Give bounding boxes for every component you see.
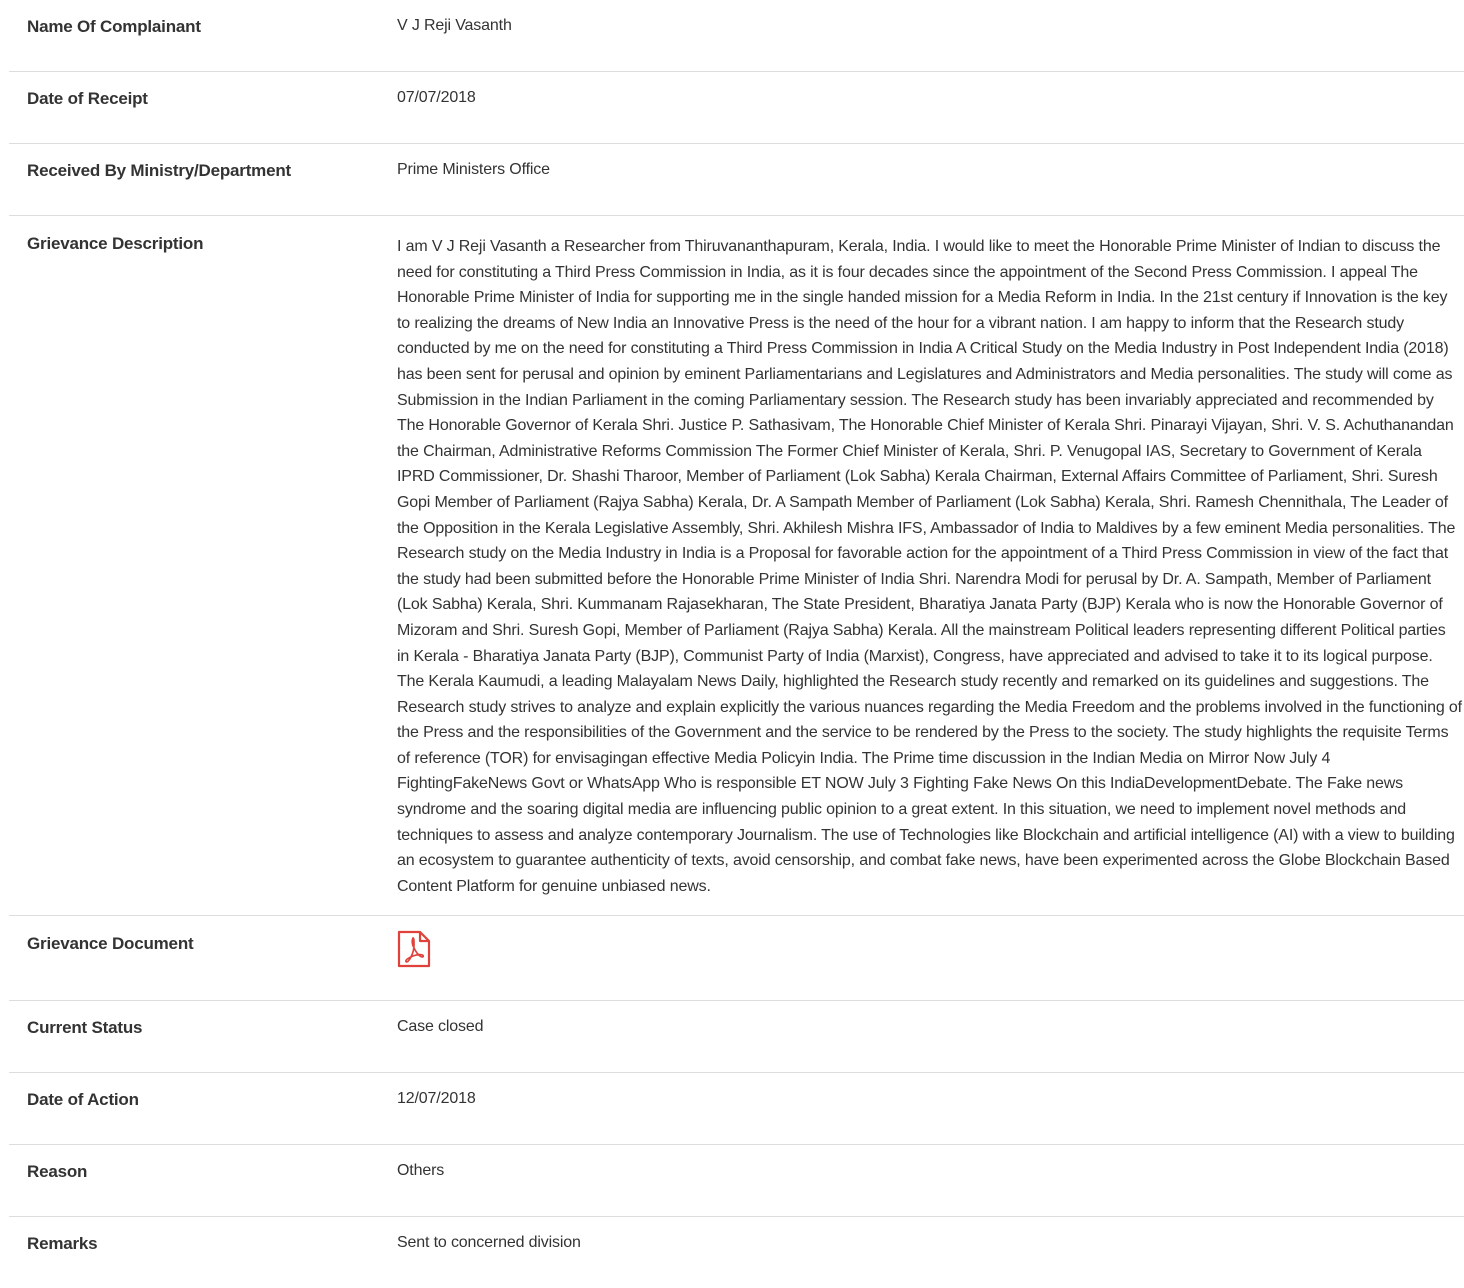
action-date-label: Date of Action [27,1090,139,1110]
row-reason: Reason Others [9,1145,1464,1217]
description-label: Grievance Description [27,234,204,253]
row-action-date: Date of Action 12/07/2018 [9,1073,1464,1145]
complainant-label: Name Of Complainant [27,17,201,36]
status-value: Case closed [397,1018,484,1036]
reason-label: Reason [27,1162,88,1182]
row-complainant: Name Of Complainant V J Reji Vasanth [9,0,1464,72]
description-value: I am V J Reji Vasanth a Researcher from … [397,238,1462,895]
action-date-value: 12/07/2018 [397,1090,476,1108]
row-remarks: Remarks Sent to concerned division [9,1217,1464,1288]
row-received-by: Received By Ministry/Department Prime Mi… [9,144,1464,216]
row-description: Grievance Description I am V J Reji Vasa… [9,216,1464,916]
received-by-label: Received By Ministry/Department [27,161,291,180]
receipt-date-label: Date of Receipt [27,89,148,108]
document-label: Grievance Document [27,934,194,954]
row-receipt-date: Date of Receipt 07/07/2018 [9,72,1464,144]
pdf-file-icon[interactable] [397,930,431,968]
remarks-label: Remarks [27,1234,98,1254]
row-document: Grievance Document [9,916,1464,1001]
status-label: Current Status [27,1018,143,1038]
row-status: Current Status Case closed [9,1001,1464,1073]
receipt-date-value: 07/07/2018 [397,89,476,106]
document-value [397,916,1464,1001]
received-by-value: Prime Ministers Office [397,161,550,178]
grievance-details-table: Name Of Complainant V J Reji Vasanth Dat… [9,0,1464,1288]
reason-value: Others [397,1162,445,1180]
complainant-value: V J Reji Vasanth [397,17,512,34]
remarks-value: Sent to concerned division [397,1234,581,1252]
